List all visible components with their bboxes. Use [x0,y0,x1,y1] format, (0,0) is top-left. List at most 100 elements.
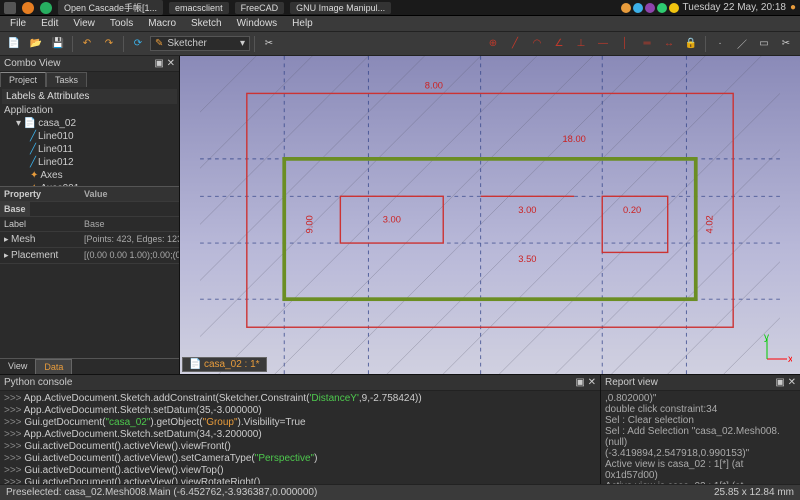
constraint-vert-icon[interactable]: │ [615,34,635,54]
panel-title: Report view [605,377,658,388]
prop-row[interactable]: ▸ Mesh[Points: 423, Edges: 1236 ... [0,232,179,248]
menu-windows[interactable]: Windows [231,16,284,31]
tree-header: Labels & Attributes [2,89,177,104]
separator [705,36,706,52]
menu-macro[interactable]: Macro [142,16,182,31]
menu-view[interactable]: View [67,16,101,31]
prop-row[interactable]: LabelBase [0,217,179,232]
menu-sketch[interactable]: Sketch [185,16,228,31]
geom-point-icon[interactable]: · [710,34,730,54]
menu-edit[interactable]: Edit [35,16,64,31]
svg-text:4.02: 4.02 [705,215,715,233]
svg-text:18.00: 18.00 [562,134,585,144]
status-bar: Preselected: casa_02.Mesh008.Main (-6.45… [0,484,800,500]
cut-icon[interactable]: ✂ [259,34,279,54]
system-tray [621,3,679,13]
status-preselect: Preselected: casa_02.Mesh008.Main (-6.45… [6,487,317,498]
constraint-icon[interactable]: ⊕ [483,34,503,54]
geom-rect-icon[interactable]: ▭ [754,34,774,54]
tree-document[interactable]: ▾ 📄 casa_02 [2,117,177,130]
tab-data[interactable]: Data [35,359,72,374]
panel-title: Python console [4,377,72,388]
property-table: PropertyValue Base LabelBase ▸ Mesh[Poin… [0,186,179,264]
tree-application: Application [2,104,177,117]
redo-icon[interactable]: ↷ [99,34,119,54]
status-dimensions: 25.85 x 12.84 mm [714,487,794,498]
taskbar-tab[interactable]: emacsclient [169,2,229,14]
geom-trim-icon[interactable]: ✂ [776,34,796,54]
constraint-arc-icon[interactable]: ◠ [527,34,547,54]
console-output[interactable]: >>> App.ActiveDocument.Sketch.addConstra… [0,391,600,484]
svg-text:0.20: 0.20 [623,205,641,215]
svg-text:3.00: 3.00 [518,205,536,215]
app-icon[interactable] [40,2,52,14]
report-view: Report view ▣ ✕ ,0.802000)"double click c… [600,375,800,484]
menu-bar: File Edit View Tools Macro Sketch Window… [0,16,800,32]
taskbar-tab[interactable]: Open Cascade手帳[1... [58,0,163,15]
tray-icon[interactable] [669,3,679,13]
separator [123,36,124,52]
tray-icon[interactable] [645,3,655,13]
project-tree[interactable]: Labels & Attributes Application ▾ 📄 casa… [0,87,179,186]
tree-item[interactable]: ╱ Line010 [2,130,177,143]
svg-text:3.00: 3.00 [383,214,401,224]
new-icon[interactable]: 📄 [4,34,24,54]
constraint-equal-icon[interactable]: ═ [637,34,657,54]
geom-line-icon[interactable]: ／ [732,34,752,54]
svg-text:y: y [764,334,769,343]
refresh-icon[interactable]: ⟳ [128,34,148,54]
tab-project[interactable]: Project [0,72,46,87]
col-property: Property [0,187,80,201]
prop-group: Base [0,202,30,216]
property-tabs: View Data [0,358,179,374]
panel-header: Combo View ▣ ✕ [0,56,179,72]
menu-help[interactable]: Help [286,16,319,31]
3d-viewport[interactable]: 8.00 18.00 3.00 3.00 3.50 9.00 0.20 4.02… [180,56,800,374]
svg-text:9.00: 9.00 [304,215,314,233]
axes-indicator: xy [762,334,792,364]
tray-icon[interactable] [633,3,643,13]
report-output: ,0.802000)"double click constraint:34Sel… [601,391,800,484]
tree-item[interactable]: ╱ Line012 [2,156,177,169]
tree-item[interactable]: ╱ Line011 [2,143,177,156]
power-icon[interactable]: ● [790,2,796,13]
workbench-selector[interactable]: ✎ Sketcher ▾ [150,36,250,51]
combo-view-panel: Combo View ▣ ✕ Project Tasks Labels & At… [0,56,180,374]
python-console[interactable]: Python console ▣ ✕ >>> App.ActiveDocument… [0,375,600,484]
col-value: Value [80,187,179,201]
save-icon[interactable]: 💾 [48,34,68,54]
firefox-icon[interactable] [22,2,34,14]
tree-item[interactable]: ✦ Axes [2,169,177,182]
close-icon[interactable]: ▣ ✕ [775,377,796,388]
tab-view[interactable]: View [0,359,35,374]
menu-tools[interactable]: Tools [104,16,139,31]
open-icon[interactable]: 📂 [26,34,46,54]
constraint-line-icon[interactable]: ╱ [505,34,525,54]
constraint-dist-icon[interactable]: ↔ [659,34,679,54]
taskbar-tab[interactable]: GNU Image Manipul... [290,2,391,14]
tray-icon[interactable] [657,3,667,13]
constraint-horiz-icon[interactable]: — [593,34,613,54]
chevron-down-icon: ▾ [240,38,245,49]
constraint-angle-icon[interactable]: ∠ [549,34,569,54]
document-tab[interactable]: 📄 casa_02 : 1* [182,357,267,372]
separator [72,36,73,52]
close-icon[interactable]: ▣ ✕ [154,58,175,69]
tray-icon[interactable] [621,3,631,13]
panel-title: Combo View [4,58,61,69]
taskbar-tab[interactable]: FreeCAD [235,2,285,14]
prop-row[interactable]: ▸ Placement[(0.00 0.00 1.00);0.00;(0-... [0,248,179,264]
svg-text:3.50: 3.50 [518,254,536,264]
svg-text:x: x [788,354,792,364]
combo-tabs: Project Tasks [0,72,179,87]
tab-tasks[interactable]: Tasks [46,72,87,87]
main-toolbar: 📄 📂 💾 ↶ ↷ ⟳ ✎ Sketcher ▾ ✂ ⊕ ╱ ◠ ∠ ⊥ — │… [0,32,800,56]
sketch-canvas[interactable]: 8.00 18.00 3.00 3.00 3.50 9.00 0.20 4.02 [180,56,800,374]
undo-icon[interactable]: ↶ [77,34,97,54]
menu-icon[interactable] [4,2,16,14]
clock: Tuesday 22 May, 20:18 [683,2,786,13]
constraint-lock-icon[interactable]: 🔒 [681,34,701,54]
menu-file[interactable]: File [4,16,32,31]
constraint-perp-icon[interactable]: ⊥ [571,34,591,54]
close-icon[interactable]: ▣ ✕ [575,377,596,388]
